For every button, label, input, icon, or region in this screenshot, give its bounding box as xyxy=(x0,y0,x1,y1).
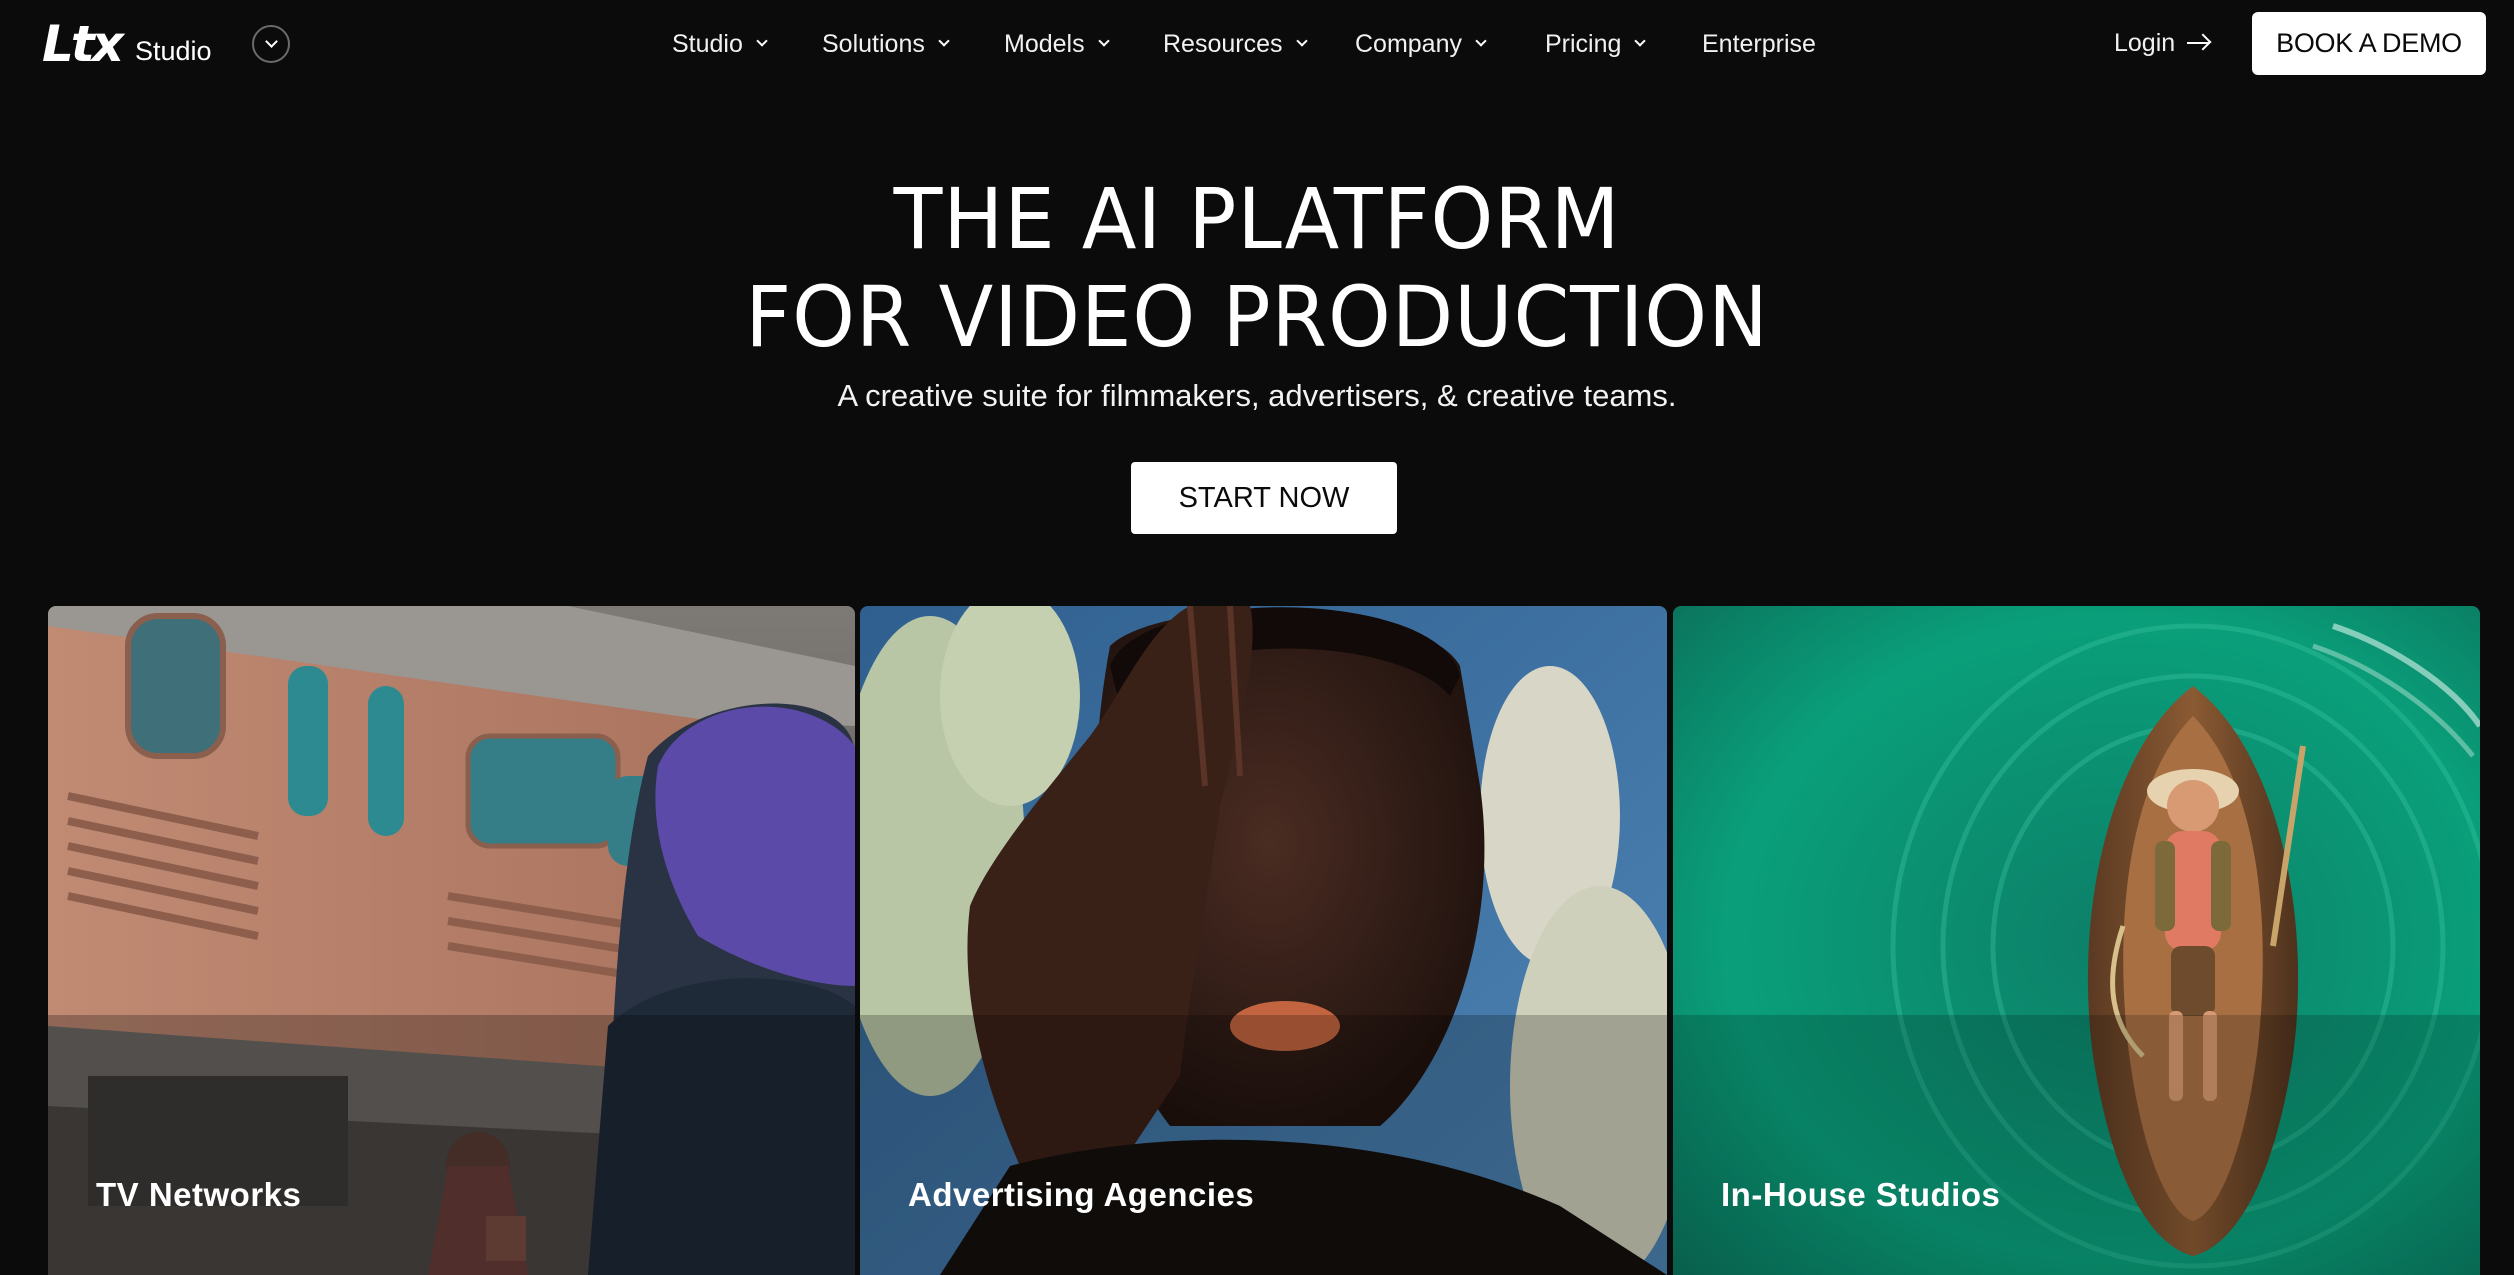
nav-item-label: Solutions xyxy=(822,29,925,58)
portrait-image xyxy=(860,606,1667,1275)
nav-item-pricing[interactable]: Pricing xyxy=(1545,27,1647,61)
chevron-down-icon xyxy=(1295,35,1308,47)
top-nav: Ltx Studio Studio Solutions Models Resou… xyxy=(0,0,2514,88)
nav-item-label: Enterprise xyxy=(1702,29,1816,58)
hero-title: THE AI PLATFORM FOR VIDEO PRODUCTION xyxy=(63,170,2451,366)
chevron-down-icon xyxy=(756,35,768,47)
train-platform-image xyxy=(48,606,855,1275)
card-tv-networks[interactable]: TV Networks xyxy=(48,606,855,1275)
boat-on-water-image xyxy=(1673,606,2480,1275)
nav-item-company[interactable]: Company xyxy=(1355,27,1487,61)
hero-subtitle: A creative suite for filmmakers, adverti… xyxy=(837,378,1677,413)
nav-item-label: Pricing xyxy=(1545,29,1622,58)
nav-item-label: Company xyxy=(1355,29,1462,58)
nav-item-solutions[interactable]: Solutions xyxy=(822,27,950,61)
chevron-down-icon xyxy=(1475,35,1487,47)
nav-item-models[interactable]: Models xyxy=(1004,27,1110,61)
nav-item-resources[interactable]: Resources xyxy=(1163,27,1308,61)
hero-title-line-2: FOR VIDEO PRODUCTION xyxy=(745,268,1769,366)
card-label: TV Networks xyxy=(96,1176,302,1213)
nav-item-label: Studio xyxy=(672,29,743,58)
nav-item-label: Models xyxy=(1004,29,1085,58)
hero-title-line-1: THE AI PLATFORM xyxy=(893,170,1621,268)
page: Ltx Studio Studio Solutions Models Resou… xyxy=(0,0,2514,1275)
card-label: In-House Studios xyxy=(1721,1176,2001,1213)
arrow-right-icon xyxy=(2187,42,2210,44)
nav-item-enterprise[interactable]: Enterprise xyxy=(1702,27,1816,61)
chevron-down-icon xyxy=(1634,35,1647,47)
login-label: Login xyxy=(2114,28,2176,57)
card-in-house-studios[interactable]: In-House Studios xyxy=(1673,606,2480,1275)
chevron-down-icon xyxy=(938,35,950,47)
card-advertising-agencies[interactable]: Advertising Agencies xyxy=(860,606,1667,1275)
nav-item-studio[interactable]: Studio xyxy=(672,27,768,61)
start-now-button[interactable]: START NOW xyxy=(1131,462,1397,534)
card-label: Advertising Agencies xyxy=(908,1176,1255,1213)
chevron-down-icon xyxy=(1097,35,1110,47)
login-link[interactable]: Login xyxy=(2114,26,2210,60)
book-demo-button[interactable]: BOOK A DEMO xyxy=(2252,12,2486,75)
nav-item-label: Resources xyxy=(1163,29,1283,58)
